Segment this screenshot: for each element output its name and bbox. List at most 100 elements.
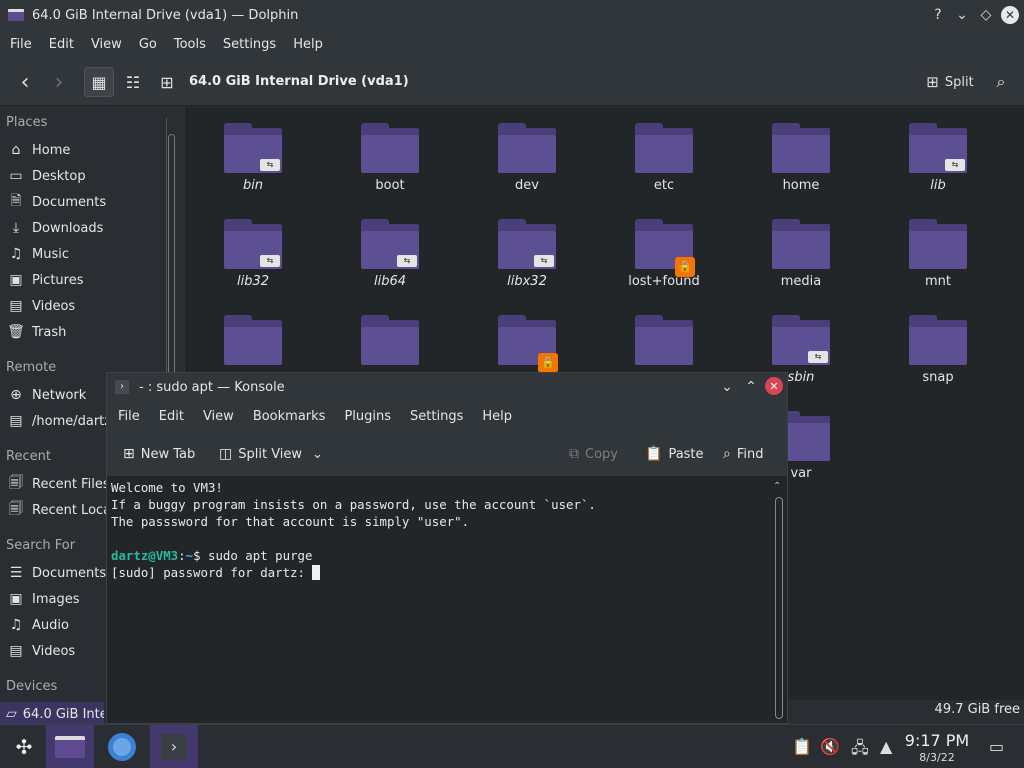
folder-item[interactable]: ⇆ bin xyxy=(193,107,313,203)
folder-item[interactable]: 🔒 lost+found xyxy=(604,203,724,299)
place-downloads[interactable]: ⤓ Downloads xyxy=(6,216,156,240)
menu-help[interactable]: Help xyxy=(293,37,323,52)
help-icon[interactable]: ? xyxy=(926,0,950,30)
place-pictures[interactable]: ▣ Pictures xyxy=(6,268,156,292)
symlink-badge-icon: ⇆ xyxy=(808,351,828,363)
menu-edit[interactable]: Edit xyxy=(49,37,74,52)
tray-expand-icon[interactable]: ▲ xyxy=(880,737,892,756)
folder-name: home xyxy=(782,178,820,193)
find-button[interactable]: ⌕ Find xyxy=(723,443,763,465)
back-button[interactable]: ‹ xyxy=(10,67,40,97)
folder-item[interactable]: home xyxy=(741,107,861,203)
music-icon: ♫ xyxy=(9,246,23,262)
video-icon: ▤ xyxy=(9,643,23,659)
folder-item[interactable]: ⇆ lib64 xyxy=(330,203,450,299)
k-menu-bookmarks[interactable]: Bookmarks xyxy=(253,409,326,424)
folder-name: boot xyxy=(375,178,405,193)
task-dolphin[interactable] xyxy=(46,725,94,768)
scroll-up-icon[interactable]: ⌃ xyxy=(773,481,781,492)
place-desktop[interactable]: ▭ Desktop xyxy=(6,164,156,188)
k-menu-help[interactable]: Help xyxy=(482,409,512,424)
terminal-line: Welcome to VM3! xyxy=(111,480,223,495)
k-menu-view[interactable]: View xyxy=(203,409,234,424)
folder-name: etc xyxy=(653,178,675,193)
folder-item[interactable]: boot xyxy=(330,107,450,203)
desktop-icon: ▭ xyxy=(9,168,23,184)
trash-icon: 🗑 xyxy=(7,324,25,340)
split-view-icon: ◫ xyxy=(219,446,233,462)
k-menu-plugins[interactable]: Plugins xyxy=(344,409,391,424)
konsole-scroll-thumb[interactable] xyxy=(775,497,783,719)
menu-settings[interactable]: Settings xyxy=(223,37,276,52)
place-videos[interactable]: ▤ Videos xyxy=(6,294,156,318)
menu-tools[interactable]: Tools xyxy=(174,37,206,52)
forward-button[interactable]: › xyxy=(44,67,74,97)
split-view-button[interactable]: ◫ Split View ⌄ xyxy=(219,443,323,465)
taskbar: ✣ › 📋 🔇 🖧 ▲ 9:17 PM 8/3/22 ▭ xyxy=(0,724,1024,768)
menu-view[interactable]: View xyxy=(91,37,122,52)
icons-view-button[interactable]: ▦ xyxy=(84,67,114,97)
list-icon: ☰ xyxy=(9,565,23,581)
k-menu-edit[interactable]: Edit xyxy=(159,409,184,424)
copy-button[interactable]: ⧉ Copy xyxy=(569,443,618,465)
folder-item[interactable]: ⇆ lib32 xyxy=(193,203,313,299)
konsole-menubar: File Edit View Bookmarks Plugins Setting… xyxy=(107,401,787,431)
folder-name: libx32 xyxy=(507,274,547,289)
folder-item[interactable]: media xyxy=(741,203,861,299)
paste-button[interactable]: 📋 Paste xyxy=(645,443,704,465)
folder-icon: ⇆ xyxy=(224,219,282,269)
folder-name: lib64 xyxy=(373,274,407,289)
konsole-close-button[interactable]: ✕ xyxy=(765,377,783,395)
folder-item[interactable]: mnt xyxy=(878,203,998,299)
close-button[interactable]: ✕ xyxy=(998,0,1022,30)
task-browser[interactable] xyxy=(98,725,146,768)
place-home[interactable]: ⌂ Home xyxy=(6,138,156,162)
minimize-button[interactable]: ⌄ xyxy=(950,0,974,30)
close-icon: ✕ xyxy=(769,379,779,393)
device-internal-drive[interactable]: ▱64.0 GiB Internal Drive (vda1) xyxy=(0,702,104,726)
terminal-output[interactable]: Welcome to VM3! If a buggy program insist… xyxy=(111,479,773,719)
konsole-minimize-button[interactable]: ⌄ xyxy=(715,373,739,401)
konsole-scrollbar[interactable]: ⌃ xyxy=(773,481,783,723)
search-heading: Search For xyxy=(6,538,76,553)
konsole-title: - : sudo apt — Konsole xyxy=(139,379,285,395)
details-view-button[interactable]: ⊞ xyxy=(152,67,182,97)
lock-icon: 🔒 xyxy=(538,353,558,373)
split-button[interactable]: ⊞ Split xyxy=(922,67,978,97)
task-konsole[interactable]: › xyxy=(150,725,198,768)
remote-folder-icon: ▤ xyxy=(9,413,23,429)
network-status-icon[interactable]: 🖧 xyxy=(851,737,869,764)
folder-item[interactable]: snap xyxy=(878,299,998,395)
folder-name: lib32 xyxy=(236,274,270,289)
app-launcher-button[interactable]: ✣ xyxy=(0,725,48,768)
compact-view-button[interactable]: ☷ xyxy=(118,67,148,97)
folder-item[interactable]: dev xyxy=(467,107,587,203)
place-documents[interactable]: 🗎 Documents xyxy=(6,190,156,214)
show-desktop-icon[interactable]: ▭ xyxy=(989,737,1004,756)
folder-item[interactable]: etc xyxy=(604,107,724,203)
folder-icon xyxy=(635,123,693,173)
search-button[interactable]: ⌕ xyxy=(986,67,1016,97)
clock-date[interactable]: 8/3/22 xyxy=(900,751,974,764)
folder-item[interactable]: ⇆ libx32 xyxy=(467,203,587,299)
maximize-button[interactable]: ◇ xyxy=(974,0,998,30)
clipboard-icon[interactable]: 📋 xyxy=(792,737,812,756)
symlink-badge-icon: ⇆ xyxy=(945,159,965,171)
symlink-badge-icon: ⇆ xyxy=(534,255,554,267)
folder-item[interactable]: ⇆ lib xyxy=(878,107,998,203)
menu-file[interactable]: File xyxy=(10,37,32,52)
clock-time[interactable]: 9:17 PM xyxy=(900,731,974,750)
k-menu-file[interactable]: File xyxy=(118,409,140,424)
place-music[interactable]: ♫ Music xyxy=(6,242,156,266)
menu-go[interactable]: Go xyxy=(139,37,157,52)
konsole-maximize-button[interactable]: ⌃ xyxy=(739,373,763,401)
k-menu-settings[interactable]: Settings xyxy=(410,409,463,424)
konsole-titlebar[interactable]: › - : sudo apt — Konsole ⌄ ⌃ ✕ xyxy=(107,373,787,401)
new-tab-button[interactable]: ⊞ New Tab xyxy=(123,443,195,465)
volume-muted-icon[interactable]: 🔇 xyxy=(820,737,840,756)
dolphin-titlebar[interactable]: 64.0 GiB Internal Drive (vda1) — Dolphin… xyxy=(0,0,1024,30)
place-trash[interactable]: 🗑 Trash xyxy=(6,320,156,344)
devices-heading: Devices xyxy=(6,679,58,694)
terminal-prompt-line: dartz@VM3:~$ sudo apt purge xyxy=(111,548,313,563)
paste-icon: 📋 xyxy=(645,446,663,462)
